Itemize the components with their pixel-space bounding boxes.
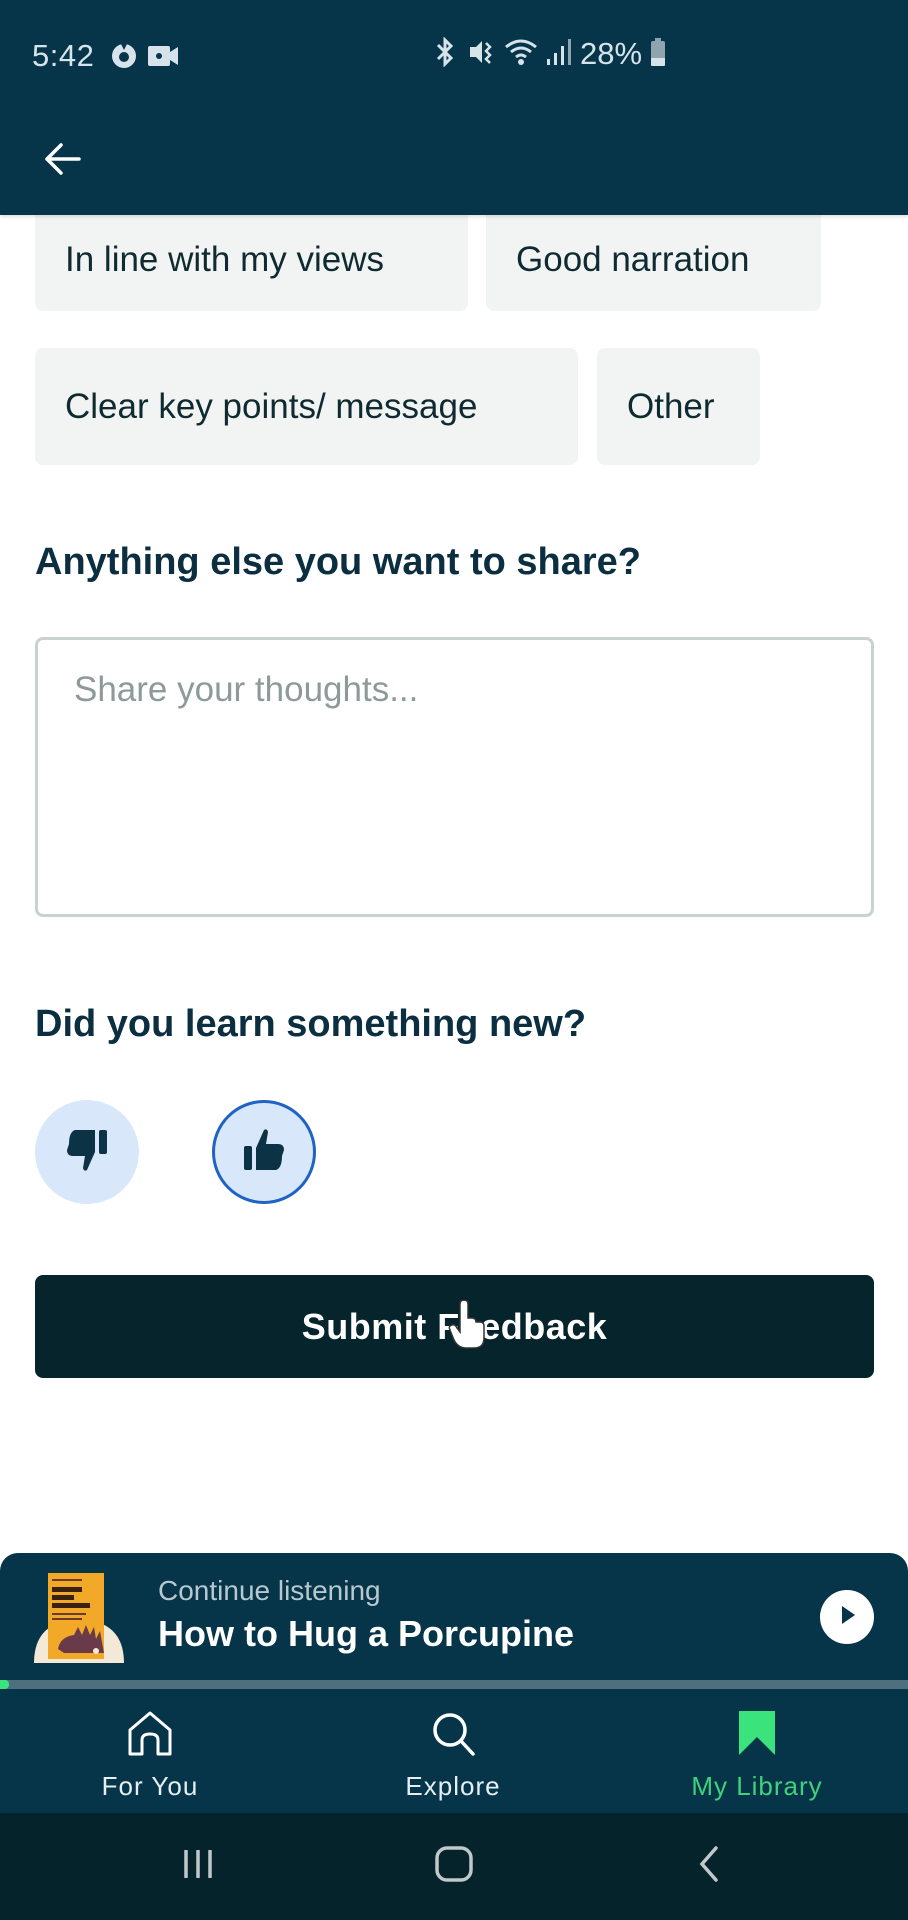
status-right-icons: 28% — [432, 35, 666, 72]
thumbs-up-button[interactable] — [212, 1100, 316, 1204]
continue-listening-label: Continue listening — [158, 1575, 381, 1606]
thumbs-up-icon — [238, 1124, 290, 1181]
system-navigation-bar — [0, 1813, 908, 1920]
book-cover-image — [34, 1571, 124, 1663]
thumbs-down-button[interactable] — [35, 1100, 139, 1204]
nav-item-explore[interactable]: Explore — [353, 1689, 553, 1813]
chip-label: Clear key points/ message — [65, 386, 478, 426]
back-system-button[interactable] — [678, 1841, 738, 1891]
home-button-icon — [434, 1845, 474, 1888]
recent-apps-button[interactable] — [168, 1841, 228, 1891]
nav-label: For You — [101, 1771, 199, 1801]
back-chevron-icon — [694, 1844, 722, 1889]
chip-label: Other — [627, 386, 715, 426]
share-section-title: Anything else you want to share? — [35, 541, 641, 583]
reason-chip-narration[interactable]: Good narration — [486, 215, 821, 311]
wifi-icon — [504, 37, 538, 72]
share-thoughts-input[interactable] — [35, 637, 874, 917]
book-title: How to Hug a Porcupine — [158, 1613, 575, 1654]
nav-item-for-you[interactable]: For You — [50, 1689, 250, 1813]
reason-chip-key-points[interactable]: Clear key points/ message — [35, 348, 578, 465]
status-left-icons — [110, 42, 180, 75]
reason-chip-other[interactable]: Other — [597, 348, 760, 465]
learn-section-title: Did you learn something new? — [35, 1003, 587, 1045]
battery-percent: 28% — [580, 36, 643, 71]
bookmark-icon — [737, 1709, 777, 1759]
battery-icon — [650, 37, 666, 72]
back-button[interactable] — [38, 136, 88, 186]
chip-label: Good narration — [516, 240, 750, 279]
play-icon — [835, 1603, 859, 1632]
status-time: 5:42 — [32, 38, 95, 73]
status-bar: 5:42 28% — [0, 0, 908, 110]
hand-cursor-icon — [448, 1299, 488, 1355]
vibrate-mute-icon — [466, 37, 496, 72]
focus-mode-icon — [110, 42, 138, 75]
nav-label: My Library — [691, 1771, 823, 1801]
nav-item-my-library[interactable]: My Library — [657, 1689, 857, 1813]
search-icon — [429, 1709, 477, 1759]
thumbs-down-icon — [61, 1124, 113, 1181]
home-system-button[interactable] — [424, 1841, 484, 1891]
arrow-left-icon — [43, 141, 83, 182]
nav-label: Explore — [405, 1771, 501, 1801]
bottom-navigation: For You Explore My Library — [0, 1689, 908, 1813]
home-icon — [126, 1709, 174, 1759]
chip-label: In line with my views — [65, 240, 384, 279]
recent-apps-icon — [180, 1846, 216, 1887]
video-recording-icon — [148, 44, 180, 73]
play-button[interactable] — [820, 1590, 874, 1644]
mini-player[interactable]: Continue listening How to Hug a Porcupin… — [0, 1553, 908, 1681]
listening-progress-bar — [0, 1680, 908, 1689]
reason-chip-views[interactable]: In line with my views — [35, 215, 468, 311]
feedback-form: In line with my views Good narration Cle… — [0, 215, 908, 1553]
app-header — [0, 110, 908, 215]
bluetooth-icon — [432, 35, 458, 72]
signal-icon — [546, 37, 572, 72]
listening-progress-fill — [0, 1680, 10, 1689]
